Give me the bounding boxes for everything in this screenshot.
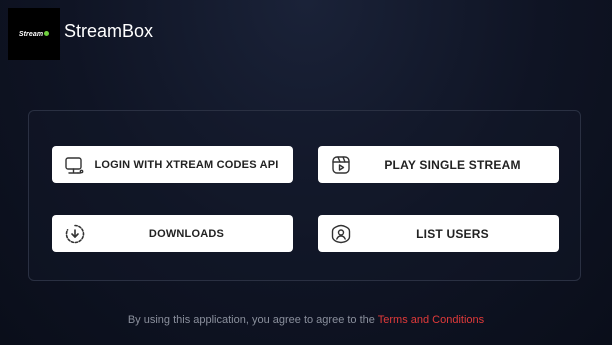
video-play-icon bbox=[330, 154, 352, 176]
terms-link[interactable]: Terms and Conditions bbox=[378, 314, 484, 326]
play-single-stream-button[interactable]: PLAY SINGLE STREAM bbox=[318, 146, 559, 183]
play-single-stream-label: PLAY SINGLE STREAM bbox=[384, 157, 521, 172]
downloads-label: DOWNLOADS bbox=[148, 227, 225, 240]
login-xtream-label: LOGIN WITH XTREAM CODES API bbox=[94, 158, 279, 171]
terms-text: By using this application, you agree to … bbox=[127, 314, 375, 326]
app-title: StreamBox bbox=[64, 21, 154, 41]
download-circle-icon bbox=[64, 223, 86, 245]
logo-play-icon bbox=[44, 30, 50, 36]
terms-footer: By using this application, you agree to … bbox=[0, 314, 612, 326]
list-users-label: LIST USERS bbox=[416, 226, 489, 241]
user-profile-icon bbox=[330, 223, 352, 245]
monitor-network-icon bbox=[64, 154, 86, 176]
login-xtream-button[interactable]: LOGIN WITH XTREAM CODES API bbox=[52, 146, 293, 183]
logo-text: Stream bbox=[18, 30, 44, 38]
app-logo: Stream bbox=[8, 8, 60, 60]
list-users-button[interactable]: LIST USERS bbox=[318, 215, 559, 252]
menu-panel bbox=[28, 110, 581, 281]
downloads-button[interactable]: DOWNLOADS bbox=[52, 215, 293, 252]
